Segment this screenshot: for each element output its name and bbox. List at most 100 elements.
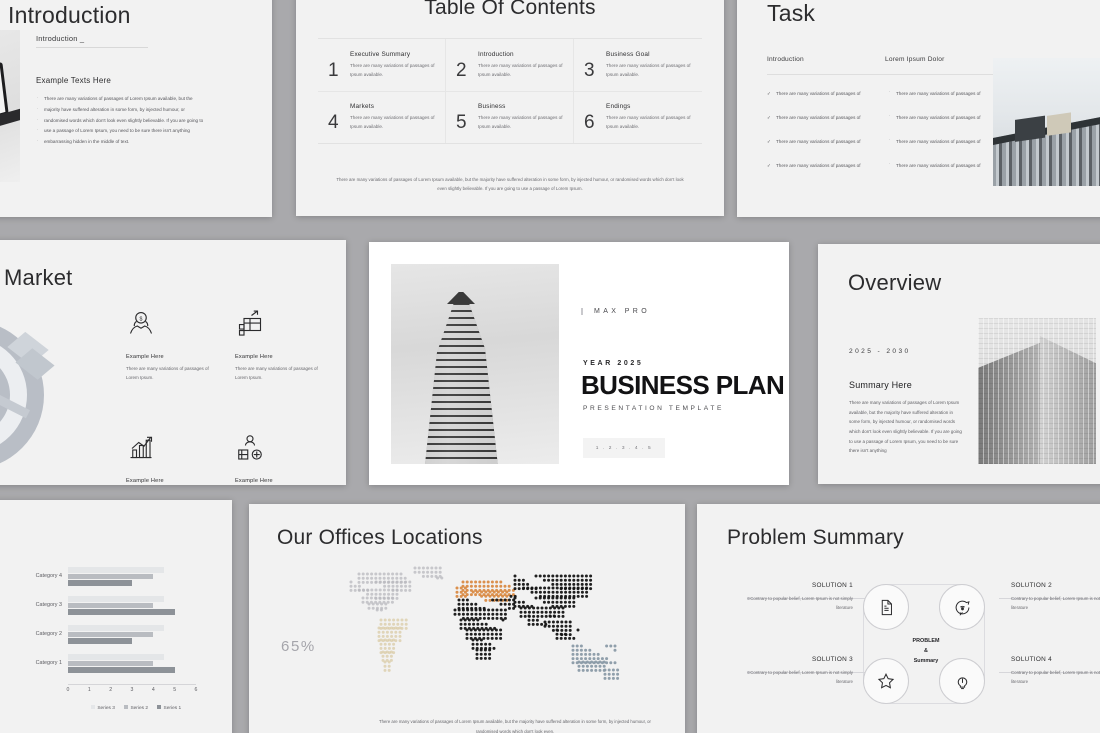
market-item[interactable]: $ Example Here There are many variations… [126, 308, 217, 382]
toc-number: 5 [456, 112, 467, 133]
solution-label: SOLUTION 2 [1011, 582, 1052, 589]
toc-number: 1 [328, 60, 339, 81]
solution-3-block[interactable]: SOLUTION 3 Contrary to popular belief, L… [749, 656, 853, 686]
slide-introduction[interactable]: Introduction Introduction _ Example Text… [0, 0, 272, 217]
list-item: There are many variations of passages of [767, 90, 887, 98]
page-title: Introduction [8, 2, 131, 28]
chart-tick-label: 5 [173, 687, 177, 693]
market-item[interactable]: Example Here There are many variations o… [126, 432, 217, 485]
bar-series3 [68, 596, 164, 602]
chart-tick-label: 2 [109, 687, 113, 693]
page-title: Our Offices Locations [277, 526, 483, 549]
toc-text: There are many variations of passages of… [606, 62, 691, 77]
solution-label: SOLUTION 1 [812, 582, 853, 589]
bar-series1 [68, 638, 132, 644]
list-item: There are many variations of passages of [887, 160, 1007, 170]
chart-tick-label: 4 [151, 687, 155, 693]
hero-subtitle: PRESENTATION TEMPLATE [583, 405, 724, 412]
bar-chart: Category 4 Category 3 Category 2 Categor… [8, 566, 204, 711]
arrow-icon [0, 331, 55, 419]
bar-series3 [68, 654, 164, 660]
node-solution-1[interactable] [863, 584, 909, 630]
slide-overview[interactable]: Overview 2025 - 2030 Summary Here There … [818, 244, 1100, 484]
chart-category-label: Category 4 [35, 573, 62, 579]
overview-text: There are many variations of passages of… [849, 400, 962, 454]
chart-category-label: Category 2 [35, 631, 62, 637]
solution-4-block[interactable]: SOLUTION 4 Contrary to popular belief, L… [1011, 656, 1100, 686]
toc-heading: Business Goal [606, 50, 650, 58]
bar-series1 [68, 580, 132, 586]
bar-series2 [68, 602, 154, 608]
chart-legend: Series 3 Series 2 Series 1 [68, 705, 204, 711]
list-item: There are many variations of passages of [887, 88, 1007, 98]
market-item-heading: Example Here [126, 354, 164, 360]
task-column-headers: Introduction Lorem Ipsum Dolor [767, 56, 1003, 75]
toc-heading: Markets [350, 103, 375, 111]
hero-pager[interactable]: 1 . 2 . 3 . 4 . 5 [583, 438, 665, 458]
slide-business-plan-title[interactable]: MAX PRO YEAR 2025 BUSINESS PLAN PRESENTA… [369, 242, 789, 485]
node-solution-2[interactable] [939, 584, 985, 630]
chart-plot-area: Category 4 Category 3 Category 2 Categor… [36, 566, 196, 685]
bar-chart-growth-icon [130, 436, 153, 459]
toc-item[interactable]: 3 Business Goal There are many variation… [574, 39, 702, 91]
brand-label: MAX PRO [581, 308, 650, 315]
toc-number: 2 [456, 60, 467, 81]
page-title: Table Of Contents [424, 0, 596, 19]
slide-problem-summary[interactable]: Problem Summary PROBLEM & Summary SOLUTI… [697, 504, 1100, 733]
solution-1-block[interactable]: SOLUTION 1 Contrary to popular belief, L… [749, 582, 853, 612]
list-item: There are many variations of passages of [767, 162, 887, 170]
list-item: majority have suffered alteration in som… [36, 104, 232, 116]
market-item[interactable]: Example Here There are many variations o… [235, 432, 326, 485]
slide-table-of-contents[interactable]: Table Of Contents 1 Executive Summary Th… [296, 0, 724, 216]
toc-item[interactable]: 5 Business There are many variations of … [446, 91, 574, 143]
toc-item[interactable]: 4 Markets There are many variations of p… [318, 91, 446, 143]
chart-category-label: Category 3 [35, 602, 62, 608]
bar-series2 [68, 660, 154, 666]
toc-grid: 1 Executive Summary There are many varia… [318, 38, 702, 144]
solution-text: Contrary to popular belief, Lorem Ipsum … [1011, 670, 1100, 685]
chart-tick-label: 0 [66, 687, 70, 693]
bar-series2 [68, 573, 154, 579]
laptop-icon [0, 56, 20, 157]
toc-item[interactable]: 2 Introduction There are many variations… [446, 39, 574, 91]
solution-2-block[interactable]: SOLUTION 2 Contrary to popular belief, L… [1011, 582, 1100, 612]
chart-x-axis [68, 684, 196, 685]
legend-item-series2[interactable]: Series 2 [123, 705, 148, 711]
solution-text: Contrary to popular belief, Lorem Ipsum … [750, 670, 853, 685]
bar-series1 [68, 609, 175, 615]
chart-tick-label: 1 [87, 687, 91, 693]
diagram-center-label: PROBLEM & Summary [873, 628, 979, 674]
task-column-2: There are many variations of passages of… [887, 88, 1007, 186]
slide-market[interactable]: Market $ Example Here There are many var… [0, 240, 346, 485]
market-item[interactable]: Example Here There are many variations o… [235, 308, 326, 382]
slide-task[interactable]: Task Introduction Lorem Ipsum Dolor Ther… [737, 0, 1100, 217]
box-growth-icon [238, 310, 262, 336]
legend-item-series3[interactable]: Series 3 [90, 705, 115, 711]
toc-text: There are many variations of passages of… [350, 62, 435, 77]
toc-footer-text: There are many variations of passages of… [336, 176, 684, 192]
toc-heading: Business [478, 103, 506, 111]
slide-gallery: Introduction Introduction _ Example Text… [0, 0, 1100, 733]
toc-text: There are many variations of passages of… [478, 62, 563, 77]
slide-offices-locations[interactable]: Our Offices Locations 65% There are many… [249, 504, 685, 733]
bar-series1 [68, 667, 175, 673]
legend-item-series1[interactable]: Series 1 [157, 705, 181, 711]
page-title: Task [767, 0, 816, 26]
toc-heading: Introduction [478, 50, 514, 58]
market-item-heading: Example Here [235, 354, 273, 360]
svg-text:$: $ [140, 316, 143, 322]
chart-tick-label: 3 [130, 687, 134, 693]
toc-item[interactable]: 6 Endings There are many variations of p… [574, 91, 702, 143]
solution-text: Contrary to popular belief, Lorem Ipsum … [1011, 596, 1100, 611]
slide-bar-chart[interactable]: Category 4 Category 3 Category 2 Categor… [0, 500, 232, 733]
coverage-percent: 65% [281, 638, 316, 655]
toc-item[interactable]: 1 Executive Summary There are many varia… [318, 39, 446, 91]
list-item: There are many variations of passages of [887, 136, 1007, 146]
list-item: use a passage of Lorem Ipsum, you need t… [36, 125, 232, 137]
star-icon [877, 673, 895, 689]
list-item: There are many variations of passages of [767, 138, 887, 146]
flatiron-building-photo [391, 264, 559, 464]
market-item-heading: Example Here [126, 478, 164, 484]
lightbulb-icon [957, 676, 967, 689]
task-columns: There are many variations of passages of… [767, 88, 1007, 186]
